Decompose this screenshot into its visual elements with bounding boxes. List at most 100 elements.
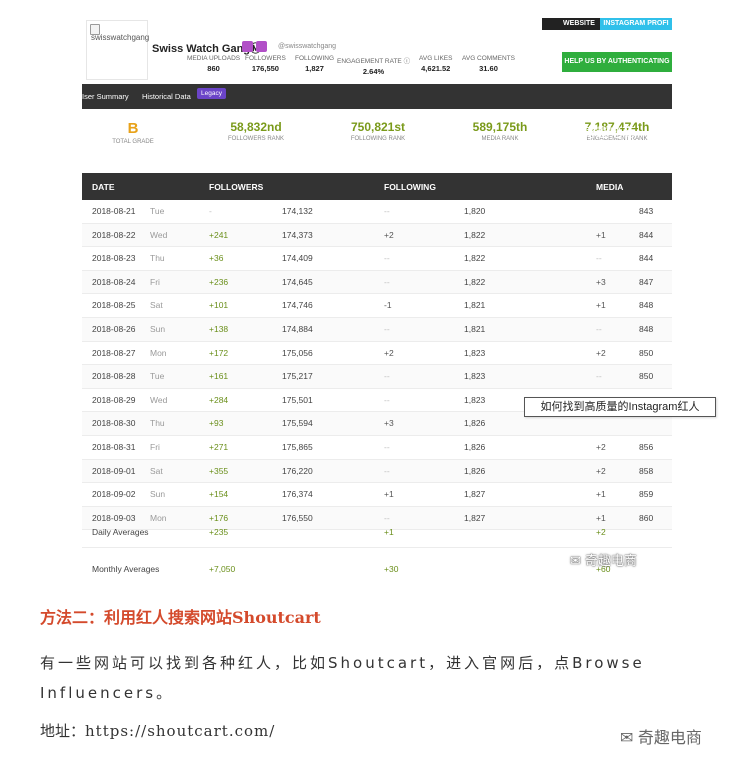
wechat-icon: ✉: [568, 125, 579, 140]
cell-date: 2018-08-24: [92, 276, 136, 287]
cell-media: 848: [639, 323, 654, 334]
cell-f-change: +93: [209, 418, 224, 429]
watermark-middle: ✉ 奇趣电商: [570, 553, 637, 568]
cell-f-change: +355: [209, 465, 229, 476]
cell-m-change: +1: [596, 229, 606, 240]
cell-media: 850: [639, 347, 654, 358]
cell-media: 844: [639, 253, 654, 264]
cell-g-change: --: [384, 465, 390, 476]
cell-media: 848: [639, 300, 654, 311]
cell-g-change: --: [384, 323, 390, 334]
cell-date: 2018-08-28: [92, 371, 136, 382]
account-handle: @swisswatchgang: [278, 43, 337, 50]
cell-m-change: --: [596, 253, 602, 264]
header-followers[interactable]: FOLLOWERS: [209, 182, 263, 192]
cell-date: 2018-08-27: [92, 347, 136, 358]
cell-followers: 174,373: [282, 229, 313, 240]
cell-g-change: +3: [384, 418, 394, 429]
table-row: 2018-09-02 Sun +154 176,374 +1 1,827 +1 859: [82, 483, 672, 507]
cell-f-change: +236: [209, 276, 229, 287]
cell-day: Tue: [150, 206, 165, 216]
daily-averages-row: Daily Averages +235 +1 +2: [82, 517, 672, 548]
cell-following: 1,826: [464, 441, 486, 452]
nav-user-summary[interactable]: Iser Summary: [82, 92, 129, 101]
cell-media: 856: [639, 441, 654, 452]
cell-f-change: +241: [209, 229, 229, 240]
instagram-profile-button[interactable]: INSTAGRAM PROFI: [600, 18, 672, 30]
table-row: 2018-08-31 Fri +271 175,865 -- 1,826 +2 856: [82, 436, 672, 460]
address-label: 地址：: [40, 722, 86, 740]
legacy-badge[interactable]: Legacy: [197, 88, 226, 99]
cell-following: 1,822: [464, 276, 486, 287]
stat-followers: FOLLOWERS 176,550: [245, 55, 286, 73]
header-date[interactable]: DATE: [92, 182, 115, 192]
table-row: 2018-08-23 Thu +36 174,409 -- 1,822 -- 844: [82, 247, 672, 271]
cell-media: 858: [639, 465, 654, 476]
rank-followers: 58,832nd FOLLOWERS RANK: [227, 120, 284, 142]
cell-m-change: +2: [596, 441, 606, 452]
cell-followers: 174,132: [282, 206, 313, 216]
camera-icon[interactable]: [256, 41, 267, 52]
cell-followers: 174,645: [282, 276, 313, 287]
cell-g-change: --: [384, 441, 390, 452]
cell-g-change: --: [384, 206, 390, 216]
cell-date: 2018-08-31: [92, 441, 136, 452]
cell-media: 843: [639, 206, 654, 216]
table-row: 2018-08-21 Tue - 174,132 -- 1,820 843: [82, 200, 672, 224]
cell-following: 1,823: [464, 394, 486, 405]
cell-media: 847: [639, 276, 654, 287]
logo-alt-text: swisswatchgang: [91, 33, 150, 42]
cell-followers: 175,217: [282, 371, 313, 382]
header-following[interactable]: FOLLOWING: [384, 182, 436, 192]
table-row: 2018-08-28 Tue +161 175,217 -- 1,823 -- 850: [82, 365, 672, 389]
cell-followers: 175,056: [282, 347, 313, 358]
cell-g-change: --: [384, 394, 390, 405]
table-row: 2018-08-25 Sat +101 174,746 -1 1,821 +1 848: [82, 294, 672, 318]
cell-f-change: +138: [209, 323, 229, 334]
cell-following: 1,822: [464, 253, 486, 264]
help-authenticate-button[interactable]: HELP US BY AUTHENTICATING: [562, 52, 672, 72]
cell-m-change: +1: [596, 489, 606, 500]
cell-media: 844: [639, 229, 654, 240]
cell-following: 1,826: [464, 465, 486, 476]
cell-date: 2018-09-01: [92, 465, 136, 476]
address-url[interactable]: https://shoutcart.com/: [85, 722, 275, 740]
cell-media: 850: [639, 371, 654, 382]
cell-followers: 176,220: [282, 465, 313, 476]
cell-day: Fri: [150, 441, 160, 452]
cell-day: Sun: [150, 323, 166, 334]
cell-g-change: +2: [384, 229, 394, 240]
table-header: DATE FOLLOWERS FOLLOWING MEDIA: [82, 173, 672, 200]
cell-f-change: +284: [209, 394, 229, 405]
cell-followers: 174,884: [282, 323, 313, 334]
address-line: 地址：https://shoutcart.com/: [40, 720, 275, 741]
header-media[interactable]: MEDIA: [596, 182, 623, 192]
chart-icon[interactable]: [242, 41, 253, 52]
cell-g-change: -1: [384, 300, 392, 311]
cell-following: 1,827: [464, 489, 486, 500]
cell-f-change: +36: [209, 253, 224, 264]
watermark-bottom: ✉ 奇趣电商: [620, 730, 702, 747]
cell-day: Fri: [150, 276, 160, 287]
table-row: 2018-08-26 Sun +138 174,884 -- 1,821 -- 848: [82, 317, 672, 342]
cell-followers: 175,865: [282, 441, 313, 452]
cell-f-change: -: [209, 206, 212, 216]
cell-day: Thu: [150, 418, 165, 429]
nav-historical-data[interactable]: Historical Data: [142, 92, 191, 101]
cell-m-change: +2: [596, 465, 606, 476]
cell-date: 2018-08-30: [92, 418, 136, 429]
cell-day: Sat: [150, 465, 163, 476]
cell-f-change: +101: [209, 300, 229, 311]
cell-m-change: --: [596, 323, 602, 334]
table-row: 2018-08-27 Mon +172 175,056 +2 1,823 +2 850: [82, 342, 672, 366]
cell-day: Wed: [150, 394, 168, 405]
cell-f-change: +161: [209, 371, 229, 382]
cell-f-change: +271: [209, 441, 229, 452]
cell-date: 2018-08-22: [92, 229, 136, 240]
table-row: 2018-08-24 Fri +236 174,645 -- 1,822 +3 847: [82, 270, 672, 295]
cell-date: 2018-09-02: [92, 489, 136, 500]
cell-followers: 174,746: [282, 300, 313, 311]
cell-f-change: +154: [209, 489, 229, 500]
profile-logo: swisswatchgang: [86, 20, 150, 80]
cell-day: Wed: [150, 229, 168, 240]
